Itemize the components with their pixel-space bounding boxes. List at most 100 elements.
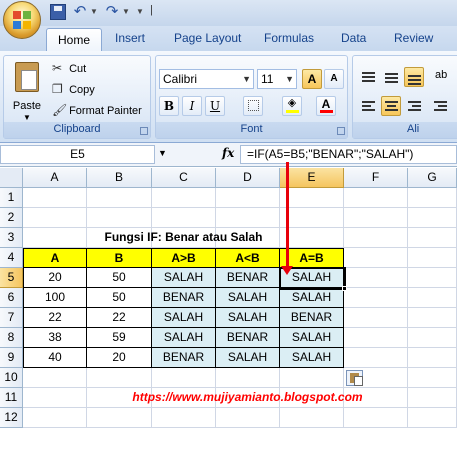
grid-cell[interactable] (408, 408, 457, 428)
tab-insert[interactable]: Insert (115, 31, 145, 45)
grid-cell[interactable] (344, 248, 408, 268)
grid-cell[interactable] (216, 408, 280, 428)
grid-cell[interactable] (408, 208, 457, 228)
grid-cell[interactable] (408, 188, 457, 208)
grid-cell[interactable] (280, 208, 344, 228)
paste-options-icon[interactable] (346, 370, 363, 386)
row-header-11[interactable]: 11 (0, 388, 23, 408)
shrink-font-button[interactable]: A (324, 69, 344, 89)
table-cell[interactable]: 22 (87, 308, 152, 328)
underline-button[interactable]: U (205, 96, 225, 116)
table-cell[interactable]: BENAR (152, 348, 216, 368)
copy-button[interactable]: ❐ Copy (52, 81, 95, 97)
tab-review[interactable]: Review (394, 31, 433, 45)
grid-cell[interactable] (408, 388, 457, 408)
grid-cell[interactable] (408, 288, 457, 308)
grid-cell[interactable] (23, 388, 87, 408)
grid-cell[interactable] (280, 408, 344, 428)
table-cell[interactable]: BENAR (216, 328, 280, 348)
table-cell[interactable]: SALAH (280, 348, 344, 368)
grid-cell[interactable] (408, 368, 457, 388)
grid-cell[interactable] (23, 208, 87, 228)
table-cell[interactable]: 38 (23, 328, 87, 348)
grid-cell[interactable] (408, 268, 457, 288)
table-cell[interactable]: BENAR (280, 308, 344, 328)
row-header-3[interactable]: 3 (0, 228, 23, 248)
align-center-button[interactable] (381, 96, 401, 116)
grid-cell[interactable] (344, 228, 408, 248)
table-cell[interactable]: SALAH (280, 288, 344, 308)
middle-align-button[interactable] (381, 67, 401, 87)
grid-cell[interactable] (152, 208, 216, 228)
header-cell-a-greater-b[interactable]: A>B (152, 248, 216, 268)
undo-dropdown-icon[interactable]: ▼ (90, 7, 98, 16)
grid-cell[interactable] (344, 268, 408, 288)
grid-cell[interactable] (216, 208, 280, 228)
grid-cell[interactable] (344, 308, 408, 328)
table-cell[interactable]: SALAH (280, 328, 344, 348)
column-header-c[interactable]: C (152, 168, 216, 188)
table-cell[interactable]: 100 (23, 288, 87, 308)
grid-cell[interactable] (408, 308, 457, 328)
grid-cell[interactable] (23, 408, 87, 428)
paste-button[interactable]: Paste ▼ (9, 60, 45, 122)
italic-button[interactable]: I (182, 96, 202, 116)
row-header-12[interactable]: 12 (0, 408, 23, 428)
grid-cell[interactable] (408, 348, 457, 368)
clipboard-launcher-icon[interactable] (140, 127, 148, 135)
font-launcher-icon[interactable] (337, 127, 345, 135)
grid-cell[interactable] (23, 188, 87, 208)
name-box[interactable]: E5 (0, 145, 155, 164)
column-header-d[interactable]: D (216, 168, 280, 188)
row-header-6[interactable]: 6 (0, 288, 23, 308)
bold-button[interactable]: B (159, 96, 179, 116)
grid-cell[interactable] (87, 368, 152, 388)
table-cell[interactable]: SALAH (216, 308, 280, 328)
grid-cell[interactable] (87, 208, 152, 228)
grid-cell[interactable] (344, 408, 408, 428)
grid-cell[interactable] (344, 208, 408, 228)
decrease-indent-button[interactable] (430, 96, 450, 116)
grid-cell[interactable] (152, 368, 216, 388)
tab-data[interactable]: Data (341, 31, 366, 45)
name-box-dropdown-icon[interactable]: ▼ (158, 148, 167, 158)
table-cell[interactable]: SALAH (152, 268, 216, 288)
font-family-dropdown-icon[interactable]: ▼ (242, 70, 251, 88)
cut-button[interactable]: ✂ Cut (52, 60, 86, 76)
header-cell-b[interactable]: B (87, 248, 152, 268)
table-cell[interactable]: SALAH (152, 308, 216, 328)
formula-input[interactable]: =IF(A5=B5;"BENAR";"SALAH") (240, 145, 457, 164)
bottom-align-button[interactable] (404, 67, 424, 87)
office-button[interactable] (3, 1, 41, 39)
row-header-5[interactable]: 5 (0, 268, 23, 288)
table-cell[interactable]: BENAR (152, 288, 216, 308)
paste-dropdown-icon[interactable]: ▼ (23, 113, 31, 122)
grid-cell[interactable] (216, 368, 280, 388)
fill-handle[interactable] (342, 286, 347, 291)
grid-cell[interactable] (280, 368, 344, 388)
grid-cell[interactable] (408, 328, 457, 348)
redo-dropdown-icon[interactable]: ▼ (122, 7, 130, 16)
grid-cell[interactable] (408, 248, 457, 268)
grid-cell[interactable] (344, 288, 408, 308)
tab-formulas[interactable]: Formulas (264, 31, 314, 45)
row-header-9[interactable]: 9 (0, 348, 23, 368)
table-cell[interactable]: SALAH (216, 288, 280, 308)
undo-icon[interactable]: ↶ (72, 4, 88, 20)
table-cell[interactable]: 50 (87, 268, 152, 288)
header-cell-a-equal-b[interactable]: A=B (280, 248, 344, 268)
table-cell[interactable]: SALAH (152, 328, 216, 348)
customize-quick-access-icon[interactable]: ▼ (136, 7, 144, 16)
grid-cell[interactable] (280, 228, 344, 248)
font-color-button[interactable]: A (316, 96, 336, 116)
align-right-button[interactable] (404, 96, 424, 116)
grid-cell[interactable] (23, 228, 87, 248)
row-header-1[interactable]: 1 (0, 188, 23, 208)
grid-cell[interactable] (344, 188, 408, 208)
font-size-dropdown-icon[interactable]: ▼ (285, 70, 294, 88)
header-cell-a-less-b[interactable]: A<B (216, 248, 280, 268)
row-header-8[interactable]: 8 (0, 328, 23, 348)
redo-icon[interactable]: ↷ (104, 4, 120, 20)
grid-cell[interactable] (152, 188, 216, 208)
grid-cell[interactable] (87, 408, 152, 428)
